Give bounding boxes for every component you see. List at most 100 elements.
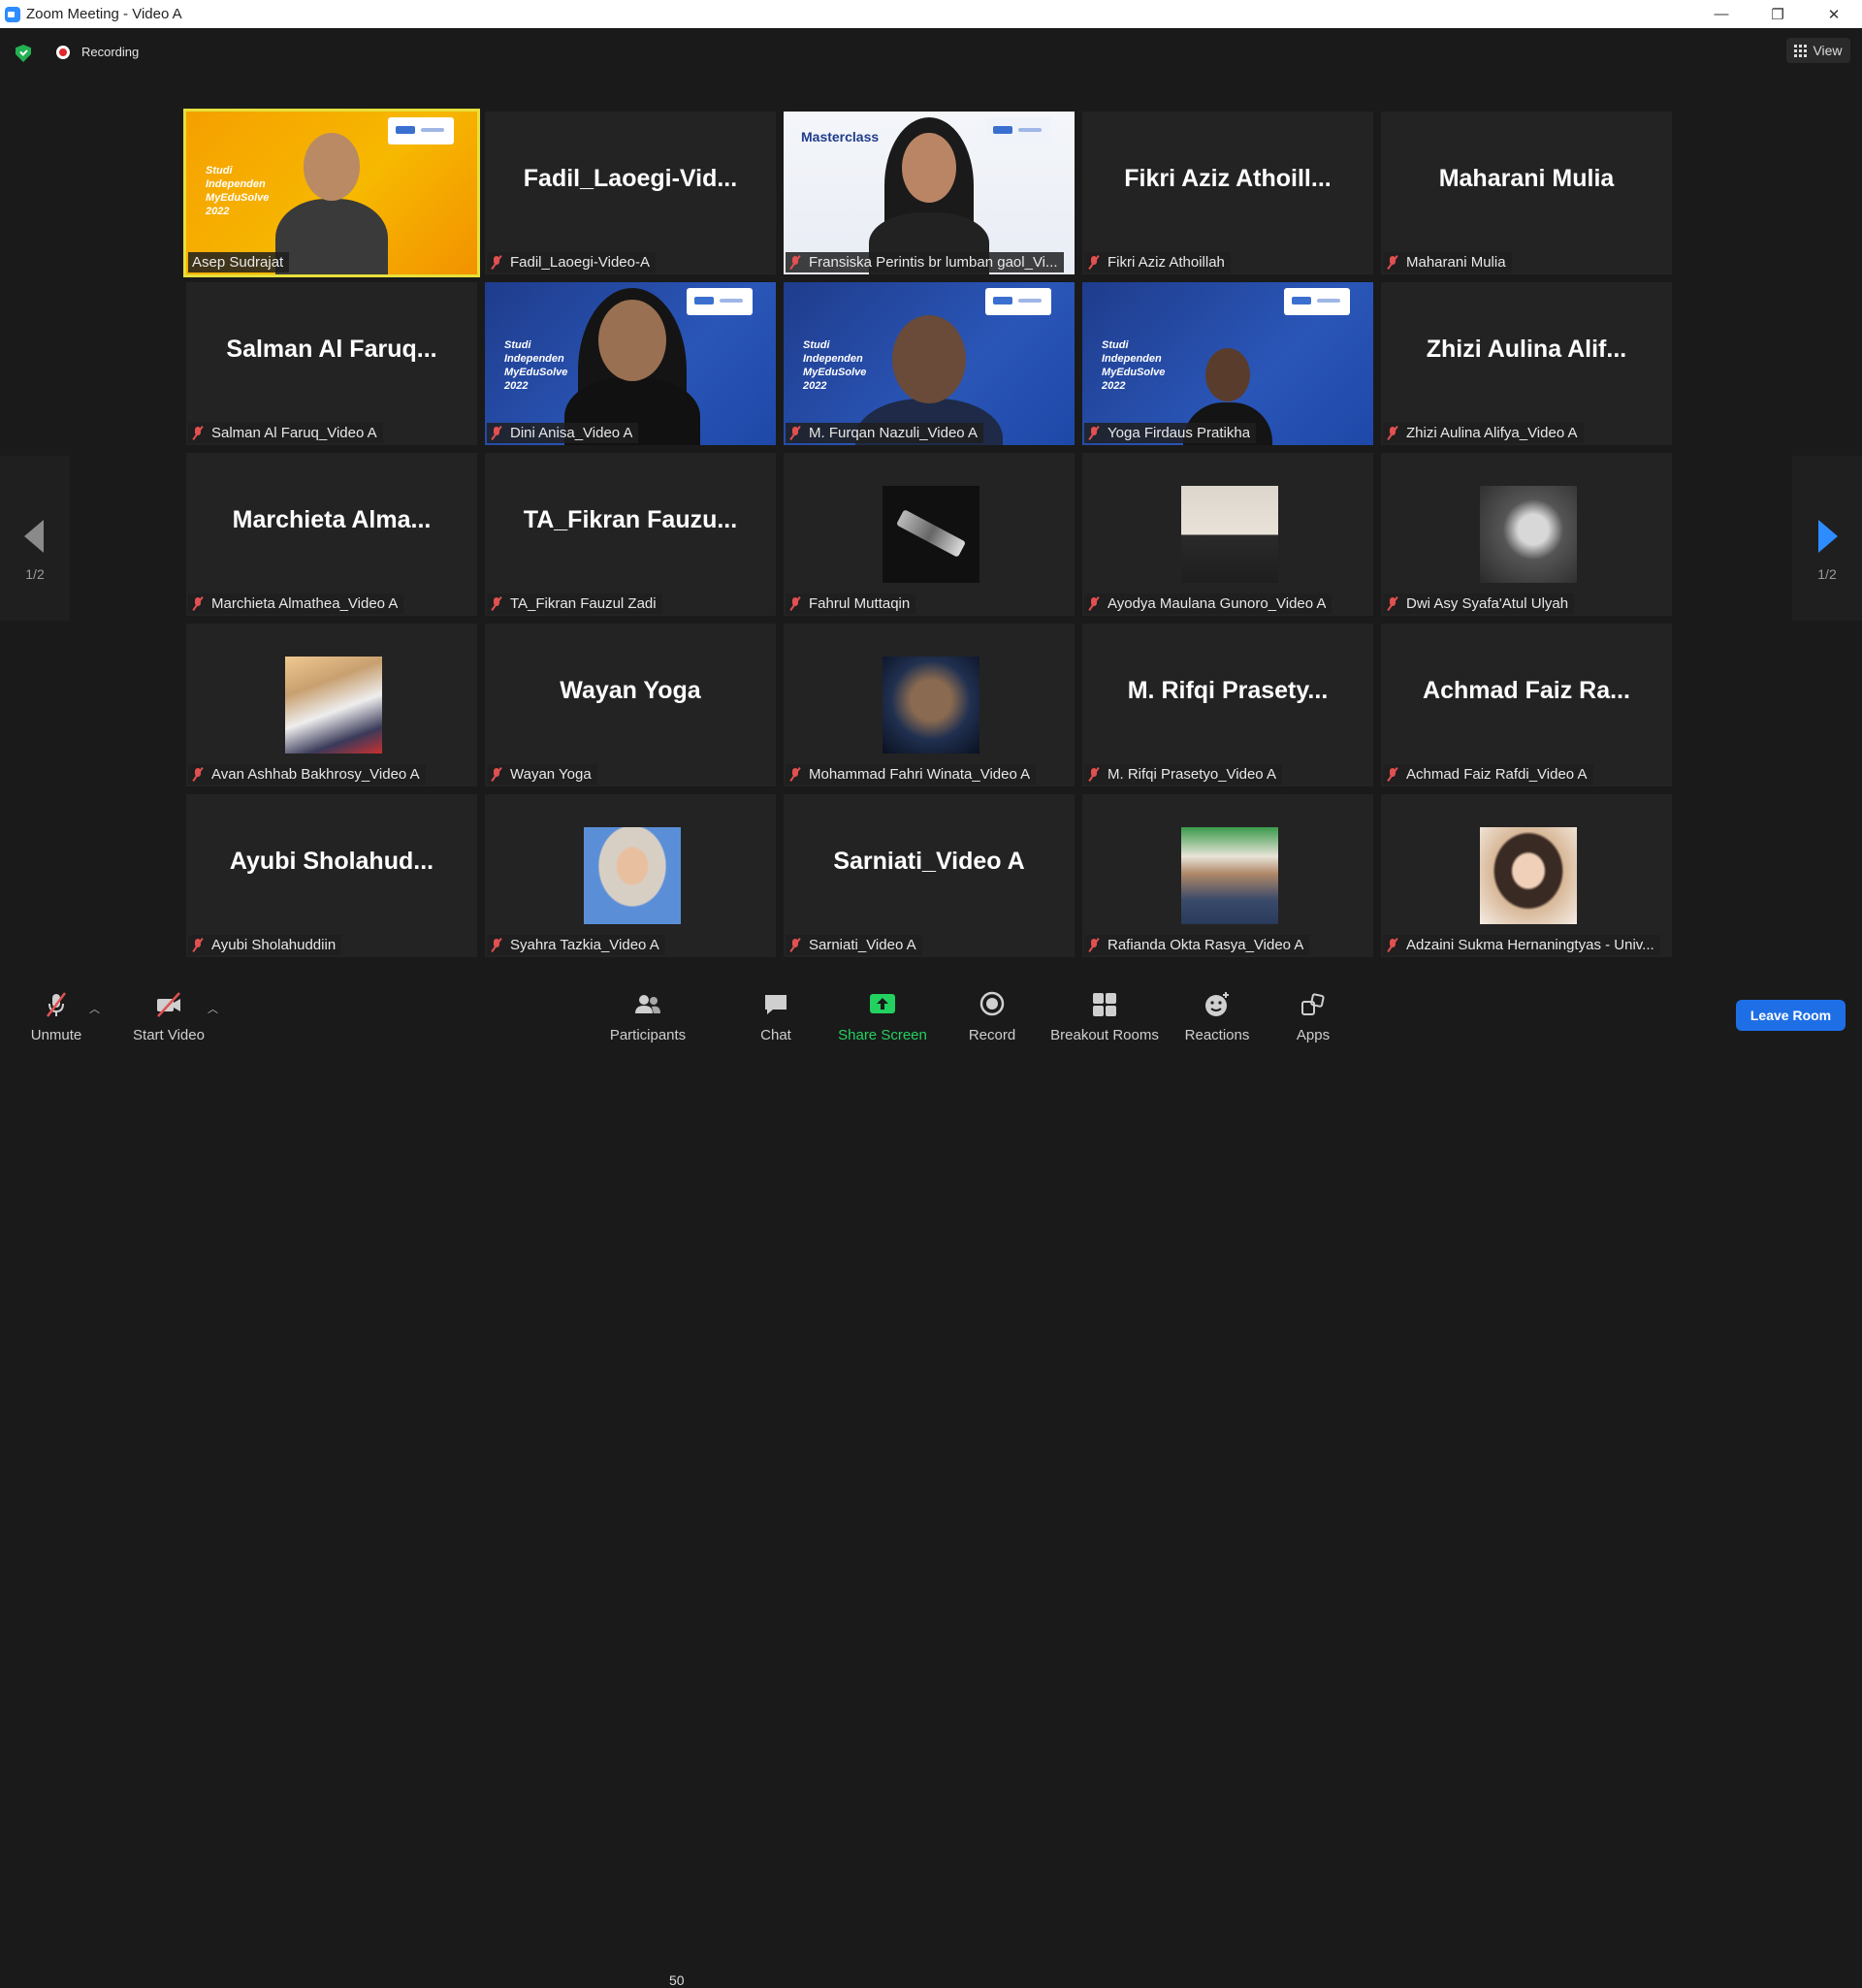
studi-independen-text: Studi Independen MyEduSolve 2022	[803, 338, 866, 393]
participant-tile[interactable]: Studi Independen MyEduSolve 2022 M. Furqan N…	[784, 282, 1075, 445]
participant-display-name: Salman Al Faruq...	[226, 335, 437, 363]
participant-tile[interactable]: Ayubi Sholahud... Ayubi Sholahuddiin	[186, 794, 477, 957]
studi-text-line: Studi	[803, 339, 830, 351]
participant-tile[interactable]: Achmad Faiz Ra... Achmad Faiz Rafdi_Video…	[1381, 624, 1672, 786]
participant-tile[interactable]: Adzaini Sukma Hernaningtyas - Univ...	[1381, 794, 1672, 957]
participant-tile[interactable]: Fadil_Laoegi-Vid... Fadil_Laoegi-Video-A	[485, 112, 776, 274]
participant-tile[interactable]: Marchieta Alma... Marchieta Almathea_Vide…	[186, 453, 477, 616]
participant-tile[interactable]: Avan Ashhab Bakhrosy_Video A	[186, 624, 477, 786]
zoom-app-icon	[5, 6, 20, 22]
muted-mic-icon	[1387, 938, 1398, 952]
meeting-toolbar: Unmute ︿ Start Video ︿ Participants 50 C…	[0, 979, 1862, 1988]
muted-mic-icon	[491, 596, 502, 611]
apps-icon	[1301, 993, 1325, 1015]
participant-name: M. Rifqi Prasetyo_Video A	[1108, 766, 1276, 783]
profile-picture	[883, 657, 979, 754]
video-feed: Studi Independen MyEduSolve 2022	[784, 282, 1075, 445]
participant-name: Mohammad Fahri Winata_Video A	[809, 766, 1031, 783]
apps-label: Apps	[1296, 1027, 1331, 1043]
participant-name-label: Dini Anisa_Video A	[487, 423, 639, 443]
muted-mic-icon	[491, 255, 502, 270]
reactions-button[interactable]: Reactions	[1177, 979, 1257, 1047]
unmute-button[interactable]: Unmute	[21, 979, 91, 1047]
next-page-button[interactable]: 1/2	[1792, 456, 1862, 621]
restore-button[interactable]: ❐	[1750, 0, 1806, 28]
muted-mic-icon	[789, 255, 801, 270]
participant-tile[interactable]: TA_Fikran Fauzu... TA_Fikran Fauzul Zadi	[485, 453, 776, 616]
participant-tile[interactable]: Studi Independen MyEduSolve 2022 Yoga Firdau…	[1082, 282, 1373, 445]
robot-shape	[895, 509, 967, 558]
participant-tile[interactable]: Studi Independen MyEduSolve 2022 Asep Sudraj…	[183, 109, 480, 277]
participant-name-label: TA_Fikran Fauzul Zadi	[487, 593, 662, 614]
participant-tile[interactable]: Syahra Tazkia_Video A	[485, 794, 776, 957]
participant-tile[interactable]: Mohammad Fahri Winata_Video A	[784, 624, 1075, 786]
video-feed: Studi Independen MyEduSolve 2022	[485, 282, 776, 445]
participant-tile[interactable]: Fikri Aziz Athoill... Fikri Aziz Athoilla…	[1082, 112, 1373, 274]
participants-label: Participants	[609, 1027, 687, 1043]
video-feed: Masterclass	[784, 112, 1075, 274]
participants-button[interactable]: Participants	[601, 979, 694, 1047]
participant-name-label: M. Rifqi Prasetyo_Video A	[1084, 764, 1282, 785]
studi-text-line: 2022	[206, 206, 230, 217]
participant-tile[interactable]: Maharani Mulia Maharani Mulia	[1381, 112, 1672, 274]
unmute-label: Unmute	[30, 1027, 82, 1043]
participant-name-label: Wayan Yoga	[487, 764, 597, 785]
participant-tile[interactable]: Sarniati_Video A Sarniati_Video A	[784, 794, 1075, 957]
leave-room-button[interactable]: Leave Room	[1736, 1000, 1846, 1031]
participant-display-name: TA_Fikran Fauzu...	[523, 505, 738, 533]
brand-logo-card	[687, 288, 753, 315]
share-screen-button[interactable]: Share Screen	[836, 979, 929, 1047]
person-silhouette	[598, 300, 666, 381]
audio-options-caret-icon[interactable]: ︿	[89, 1001, 100, 1016]
view-button[interactable]: View	[1786, 38, 1850, 63]
participant-name: Fadil_Laoegi-Video-A	[510, 254, 650, 271]
brand-logo-card	[1284, 288, 1350, 315]
meeting-top-bar: Recording View	[0, 28, 1862, 75]
muted-mic-icon	[1088, 255, 1100, 270]
participant-tile[interactable]: Dwi Asy Syafa'Atul Ulyah	[1381, 453, 1672, 616]
participant-name: Zhizi Aulina Alifya_Video A	[1406, 425, 1578, 441]
participant-tile[interactable]: Wayan Yoga Wayan Yoga	[485, 624, 776, 786]
record-button[interactable]: Record	[960, 979, 1024, 1047]
previous-page-button[interactable]: 1/2	[0, 456, 70, 621]
participant-tile[interactable]: Ayodya Maulana Gunoro_Video A	[1082, 453, 1373, 616]
profile-picture	[1480, 486, 1577, 583]
participant-tile[interactable]: Studi Independen MyEduSolve 2022 Dini Anisa_…	[485, 282, 776, 445]
page-indicator-left: 1/2	[25, 566, 45, 582]
video-options-caret-icon[interactable]: ︿	[208, 1001, 218, 1016]
security-shield-icon[interactable]	[16, 45, 31, 62]
participant-display-name: Sarniati_Video A	[833, 847, 1025, 875]
video-feed: Studi Independen MyEduSolve 2022	[186, 112, 477, 274]
participant-tile[interactable]: Masterclass Fransiska Perintis br lumban …	[784, 112, 1075, 274]
participant-name-label: Adzaini Sukma Hernaningtyas - Univ...	[1383, 935, 1660, 955]
chat-label: Chat	[760, 1027, 791, 1043]
participant-tile[interactable]: M. Rifqi Prasety... M. Rifqi Prasetyo_Vid…	[1082, 624, 1373, 786]
muted-mic-icon	[1387, 426, 1398, 440]
breakout-rooms-button[interactable]: Breakout Rooms	[1047, 979, 1162, 1047]
studi-independen-text: Studi Independen MyEduSolve 2022	[1102, 338, 1165, 393]
chat-icon	[765, 995, 787, 1014]
close-button[interactable]: ✕	[1806, 0, 1862, 28]
muted-mic-icon	[192, 938, 204, 952]
participant-tile[interactable]: Zhizi Aulina Alif... Zhizi Aulina Alifya_…	[1381, 282, 1672, 445]
participant-name-label: Mohammad Fahri Winata_Video A	[786, 764, 1037, 785]
profile-picture	[1181, 827, 1278, 924]
person-silhouette	[1205, 348, 1250, 402]
participant-tile[interactable]: Fahrul Muttaqin	[784, 453, 1075, 616]
start-video-button[interactable]: Start Video	[124, 979, 213, 1047]
participant-name: Asep Sudrajat	[192, 254, 284, 271]
studi-text-line: Studi	[504, 339, 531, 351]
window-controls: — ❐ ✕	[1693, 0, 1862, 28]
apps-button[interactable]: Apps	[1288, 979, 1338, 1047]
muted-mic-icon	[789, 426, 801, 440]
minimize-button[interactable]: —	[1693, 0, 1750, 28]
video-off-icon	[157, 992, 180, 1017]
participant-tile[interactable]: Rafianda Okta Rasya_Video A	[1082, 794, 1373, 957]
profile-picture	[883, 486, 979, 583]
muted-mic-icon	[491, 767, 502, 782]
chat-button[interactable]: Chat	[747, 979, 805, 1047]
person-silhouette	[304, 133, 360, 201]
participant-tile[interactable]: Salman Al Faruq... Salman Al Faruq_Video …	[186, 282, 477, 445]
profile-picture	[584, 827, 681, 924]
participant-name: Salman Al Faruq_Video A	[211, 425, 377, 441]
